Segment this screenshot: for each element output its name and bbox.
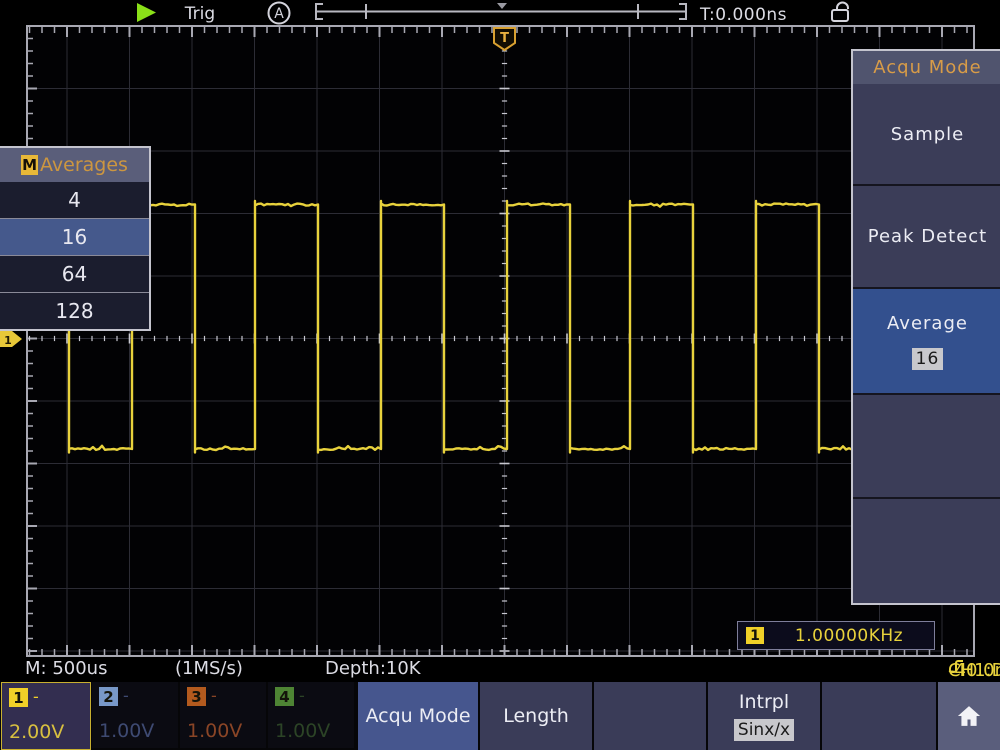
trigger-readout: CH1:DC- -40.0mV	[948, 658, 968, 676]
time-offset: T:0.000ns	[699, 5, 787, 25]
channel-1-scale: 2.00V	[9, 721, 64, 743]
status-bar: M: 500us (1MS/s) Depth:10K CH1:DC- -40.0…	[0, 656, 1000, 682]
softkey-empty-2[interactable]	[822, 682, 936, 750]
frequency-value: 1.00000KHz	[764, 626, 934, 646]
sample-rate-readout: (1MS/s)	[175, 658, 243, 679]
channel-3-scale: 1.00V	[187, 720, 242, 742]
trigger-level-text: -40.0mV	[948, 660, 1000, 681]
hpos-window-marker	[497, 3, 507, 9]
memory-depth-readout: Depth:10K	[325, 658, 421, 679]
averages-popup-title: Averages	[40, 154, 128, 176]
acqu-option-empty-1[interactable]	[853, 393, 1000, 497]
acqu-option-average-label: Average	[887, 313, 968, 334]
softkey-empty-1[interactable]	[594, 682, 706, 750]
averages-popup-header: M Averages	[0, 148, 149, 182]
acqu-option-peak-detect[interactable]: Peak Detect	[853, 184, 1000, 287]
ch1-badge: 1	[746, 627, 764, 644]
averages-option-4[interactable]: 4	[0, 182, 149, 218]
intrpl-button[interactable]: Intrpl Sinx/x	[708, 682, 820, 750]
channel-4-scale: 1.00V	[275, 720, 330, 742]
averages-popup: M Averages 4 16 64 128	[0, 146, 151, 331]
scope-display: Trig A T:0.000ns T 1	[0, 0, 1000, 682]
channel-3-box[interactable]: 3 - 1.00V	[180, 682, 266, 748]
channel-2-coupling: -	[123, 686, 129, 705]
frequency-meter: 1 1.00000KHz	[737, 621, 935, 650]
averages-option-16[interactable]: 16	[0, 218, 149, 255]
channel-2-badge: 2	[99, 687, 118, 706]
home-icon	[954, 702, 984, 730]
acqu-option-sample[interactable]: Sample	[853, 84, 1000, 184]
home-button[interactable]	[938, 682, 1000, 750]
channel-4-coupling: -	[299, 686, 305, 705]
timebase-readout: M: 500us	[25, 658, 107, 679]
averages-option-64[interactable]: 64	[0, 255, 149, 292]
acqu-mode-menu: Acqu Mode Sample Peak Detect Average 16	[851, 49, 1000, 605]
channel-3-badge: 3	[187, 687, 206, 706]
channel-2-scale: 1.00V	[99, 720, 154, 742]
run-play-icon	[137, 3, 156, 22]
length-button[interactable]: Length	[480, 682, 592, 750]
channel-2-box[interactable]: 2 - 1.00V	[92, 682, 178, 748]
scope-grid-and-waveform	[27, 26, 974, 656]
channel-4-badge: 4	[275, 687, 294, 706]
svg-text:T: T	[500, 31, 509, 46]
acqu-option-average[interactable]: Average 16	[853, 287, 1000, 393]
trig-label: Trig	[184, 4, 215, 24]
oscilloscope-screen: Trig A T:0.000ns T 1 1 1.00	[0, 0, 1000, 750]
averages-option-128[interactable]: 128	[0, 292, 149, 329]
ch1-position-marker[interactable]: 1	[0, 331, 22, 347]
channel-1-box[interactable]: 1 - 2.00V	[1, 682, 91, 750]
acqu-mode-button[interactable]: Acqu Mode	[358, 682, 478, 750]
svg-text:1: 1	[4, 334, 12, 347]
unlock-icon[interactable]	[832, 3, 848, 22]
channel-1-badge: 1	[9, 688, 28, 707]
average-count-value: 16	[912, 348, 944, 370]
channel-3-coupling: -	[211, 686, 217, 705]
acqu-option-sample-label: Sample	[891, 124, 965, 145]
acqu-mode-menu-title: Acqu Mode	[853, 51, 1000, 84]
channel-1-coupling: -	[33, 687, 39, 706]
acqu-option-empty-2[interactable]	[853, 497, 1000, 603]
intrpl-value: Sinx/x	[734, 719, 794, 741]
multipurpose-knob-icon: M	[21, 155, 38, 175]
channel-4-box[interactable]: 4 - 1.00V	[268, 682, 354, 748]
auto-trigger-letter: A	[274, 6, 284, 22]
bottom-bar: 1 - 2.00V 2 - 1.00V 3 - 1.00V 4 - 1.00V …	[0, 682, 1000, 750]
acqu-option-peak-detect-label: Peak Detect	[868, 226, 987, 247]
